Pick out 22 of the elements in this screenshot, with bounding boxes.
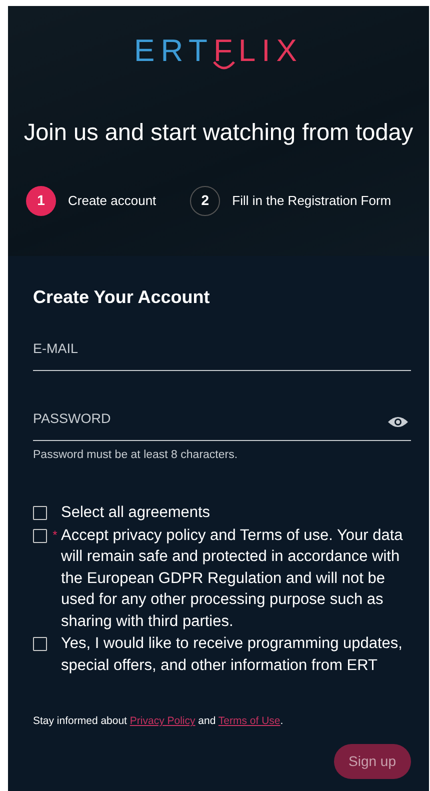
- step-label: Fill in the Registration Form: [232, 192, 392, 210]
- step-label: Create account: [68, 192, 156, 210]
- privacy-policy-link[interactable]: Privacy Policy: [130, 715, 196, 728]
- checkbox[interactable]: [33, 528, 47, 543]
- step-number: 1: [26, 186, 56, 216]
- required-mark: *: [52, 526, 58, 544]
- checkbox[interactable]: [33, 506, 47, 520]
- headline: Join us and start watching from today: [22, 118, 414, 147]
- notice-text: Stay informed about Privacy Policy and Terms of Use.: [33, 714, 284, 730]
- checkbox-label: Select all agreements: [61, 503, 210, 524]
- logo-text: FLIX: [213, 32, 303, 72]
- smile-icon: [212, 60, 236, 70]
- terms-of-use-link[interactable]: Terms of Use: [218, 715, 280, 728]
- eye-icon[interactable]: [387, 415, 409, 429]
- step-number: 2: [190, 186, 220, 216]
- logo-text: ERT: [134, 32, 214, 70]
- checkbox[interactable]: [33, 637, 47, 652]
- checkbox-label: Accept privacy policy and Terms of use. Your data will remain safe and protected in accordance with the European GDPR Regulation and will not be used for any other processing purpose such as sharing with third parties.: [61, 526, 404, 632]
- form-title: Create Your Account: [33, 286, 211, 309]
- checkbox-label: Yes, I would like to receive programming updates, special offers, and other information from ERT: [61, 634, 404, 676]
- hint-text: Password must be at least 8 characters.: [33, 448, 239, 463]
- email-field[interactable]: E-MAIL: [33, 327, 411, 371]
